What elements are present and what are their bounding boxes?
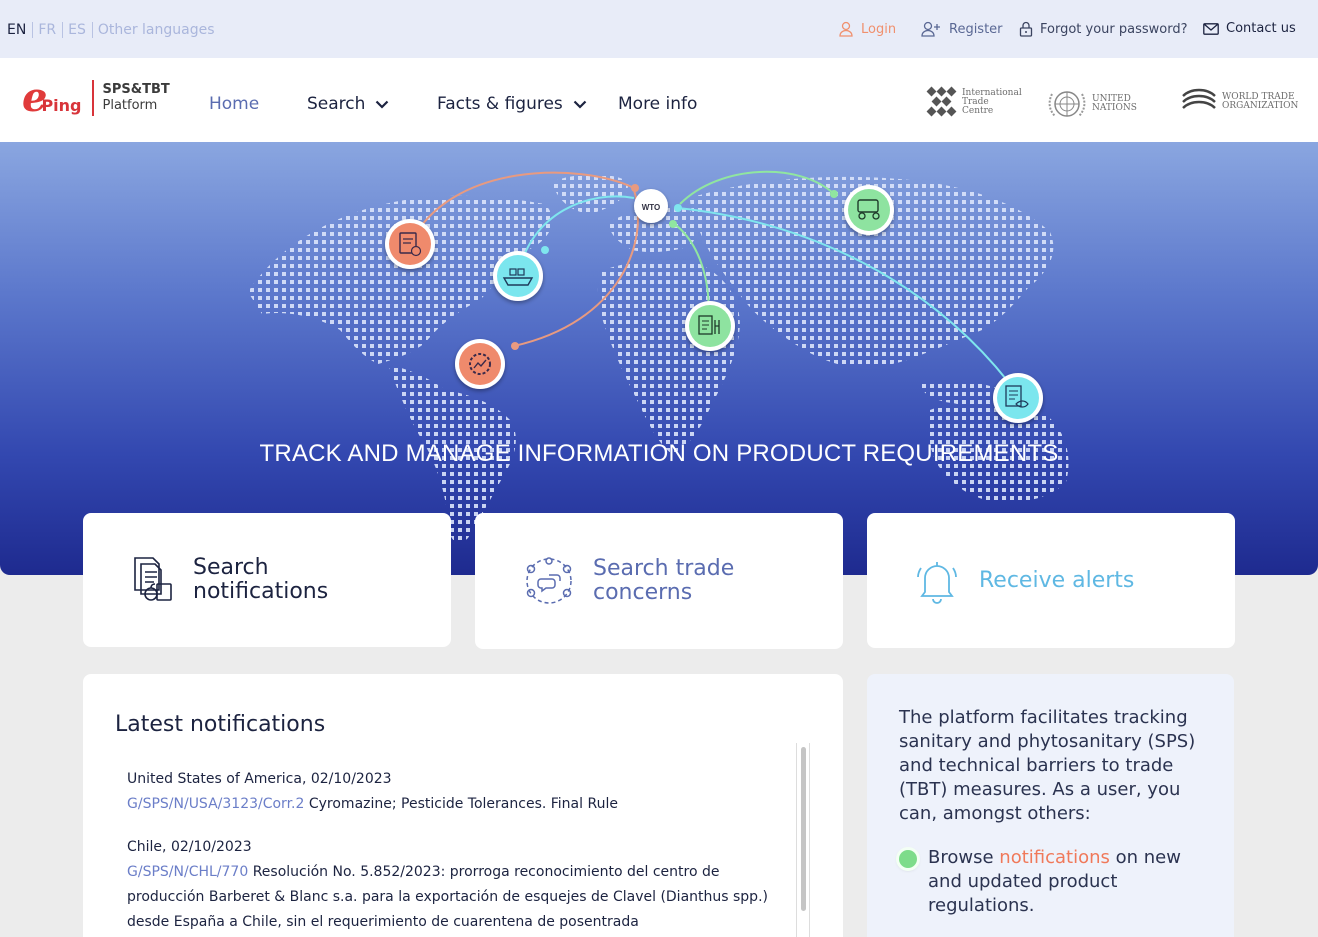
un-line2: NATIONS [1092, 103, 1137, 113]
un-logo-text: UNITED NATIONS [1092, 95, 1137, 113]
eping-logo[interactable]: e Ping SPS&TBT Platform [22, 78, 170, 118]
feature-bullet: Browse notifications on new and updated … [899, 846, 1208, 918]
gear-chart-node-icon [455, 339, 505, 389]
nav-home[interactable]: Home [209, 94, 259, 114]
itc-line3: Centre [962, 105, 994, 116]
notifications-scrollbar[interactable] [796, 743, 810, 937]
ship-node-icon [493, 251, 543, 301]
list-item: Chile, 02/10/2023 G/SPS/N/CHL/770 Resolu… [127, 837, 787, 935]
forgot-password-link[interactable]: Forgot your password? [1019, 21, 1188, 37]
itc-logo[interactable]: International Trade Centre [926, 86, 1022, 118]
green-bullet-icon [899, 850, 917, 868]
lang-other[interactable]: Other languages [98, 22, 221, 38]
tractor-node-icon [844, 185, 894, 235]
wto-line2: Organization [1222, 101, 1299, 111]
notification-list: United States of America, 02/10/2023 G/S… [127, 769, 787, 937]
hero-title: TRACK AND MANAGE INFORMATION ON PRODUCT … [259, 440, 1059, 467]
search-notifications-line1: Search [193, 555, 269, 580]
language-switcher: EN FR ES Other languages [7, 22, 226, 38]
receive-alerts-label: Receive alerts [979, 567, 1135, 593]
nav-more-label: More info [618, 94, 698, 114]
chevron-down-icon [573, 100, 587, 109]
user-plus-icon [921, 21, 940, 37]
lang-es[interactable]: ES [68, 22, 93, 38]
un-logo[interactable]: UNITED NATIONS [1046, 86, 1137, 122]
documents-node-icon [685, 301, 735, 351]
platform-info-panel: The platform facilitates tracking sanita… [867, 674, 1234, 937]
lang-en[interactable]: EN [7, 22, 34, 38]
lang-fr[interactable]: FR [38, 22, 64, 38]
wto-logo-text: World Trade Organization [1222, 93, 1298, 111]
logo-line1: SPS&TBT [102, 82, 170, 97]
forgot-password-label: Forgot your password? [1040, 21, 1188, 37]
notification-text: Cyromazine; Pesticide Tolerances. Final … [308, 796, 618, 812]
wto-hub-label: WTO [642, 203, 661, 212]
nav-search-label: Search [307, 94, 366, 114]
search-concerns-line2: concerns [593, 580, 693, 605]
search-notifications-card[interactable]: Search notifications [83, 513, 451, 647]
contact-label: Contact us [1226, 21, 1296, 36]
register-label: Register [949, 21, 1003, 37]
logo-line2: Platform [102, 98, 158, 113]
wto-logo[interactable]: World Trade Organization [1180, 86, 1298, 118]
notification-body: G/SPS/N/CHL/770 Resolución No. 5.852/202… [127, 860, 787, 935]
nav-facts-label: Facts & figures [437, 94, 563, 114]
scrollbar-thumb[interactable] [801, 747, 806, 911]
notification-header: United States of America, 02/10/2023 [127, 771, 392, 787]
receive-alerts-card[interactable]: Receive alerts [867, 513, 1235, 648]
user-icon [839, 21, 853, 37]
latest-notifications-panel: Latest notifications United States of Am… [83, 674, 843, 937]
document-lock-node-icon [385, 219, 435, 269]
search-trade-concerns-card[interactable]: Search trade concerns [475, 513, 843, 649]
documents-icon [134, 557, 172, 601]
contact-link[interactable]: Contact us [1203, 21, 1296, 36]
login-label: Login [861, 21, 897, 37]
document-fish-node-icon [993, 373, 1043, 423]
nav-search[interactable]: Search [307, 94, 389, 114]
search-trade-concerns-label: Search trade concerns [593, 557, 734, 605]
notification-header: Chile, 02/10/2023 [127, 839, 252, 855]
feature-bullet-text: Browse notifications on new and updated … [928, 846, 1208, 918]
wto-emblem-icon [1182, 88, 1216, 109]
logo-name: Ping [41, 95, 82, 115]
register-link[interactable]: Register [920, 21, 1003, 37]
logo-divider [91, 80, 94, 116]
top-utility-bar: EN FR ES Other languages Login Register … [0, 0, 1318, 58]
bullet-pre-text: Browse [928, 847, 994, 868]
un-emblem-icon [1048, 91, 1086, 117]
chevron-down-icon [376, 100, 389, 109]
search-notifications-line2: notifications [193, 579, 329, 604]
search-concerns-line1: Search trade [593, 556, 735, 581]
logo-subtitle: SPS&TBT Platform [103, 82, 170, 114]
notification-code-link[interactable]: G/SPS/N/USA/3123/Corr.2 [127, 796, 304, 812]
nav-home-label: Home [209, 94, 260, 114]
hero-banner: WTO TRACK AND MANAGE INFORMATION ON PROD… [0, 142, 1318, 575]
itc-logo-text: International Trade Centre [962, 88, 1022, 116]
bell-icon [917, 561, 957, 604]
notifications-link[interactable]: notifications [999, 847, 1110, 868]
envelope-icon [1203, 22, 1219, 35]
platform-intro-text: The platform facilitates tracking sanita… [899, 707, 1196, 824]
notification-body: G/SPS/N/USA/3123/Corr.2 Cyromazine; Pest… [127, 792, 787, 817]
search-notifications-label: Search notifications [193, 556, 328, 604]
lock-icon [1019, 21, 1033, 37]
main-navigation: e Ping SPS&TBT Platform Home Search Fact… [0, 58, 1318, 142]
notification-code-link[interactable]: G/SPS/N/CHL/770 [127, 864, 248, 880]
login-link[interactable]: Login [838, 21, 896, 37]
world-map-illustration: WTO [248, 170, 1069, 543]
latest-notifications-title: Latest notifications [115, 712, 326, 737]
continents-dots [248, 174, 1069, 543]
list-item: United States of America, 02/10/2023 G/S… [127, 769, 787, 817]
nav-more-info[interactable]: More info [618, 94, 697, 114]
itc-emblem-icon [926, 86, 957, 117]
nav-facts-figures[interactable]: Facts & figures [437, 94, 587, 114]
discussion-circle-icon [526, 557, 572, 604]
